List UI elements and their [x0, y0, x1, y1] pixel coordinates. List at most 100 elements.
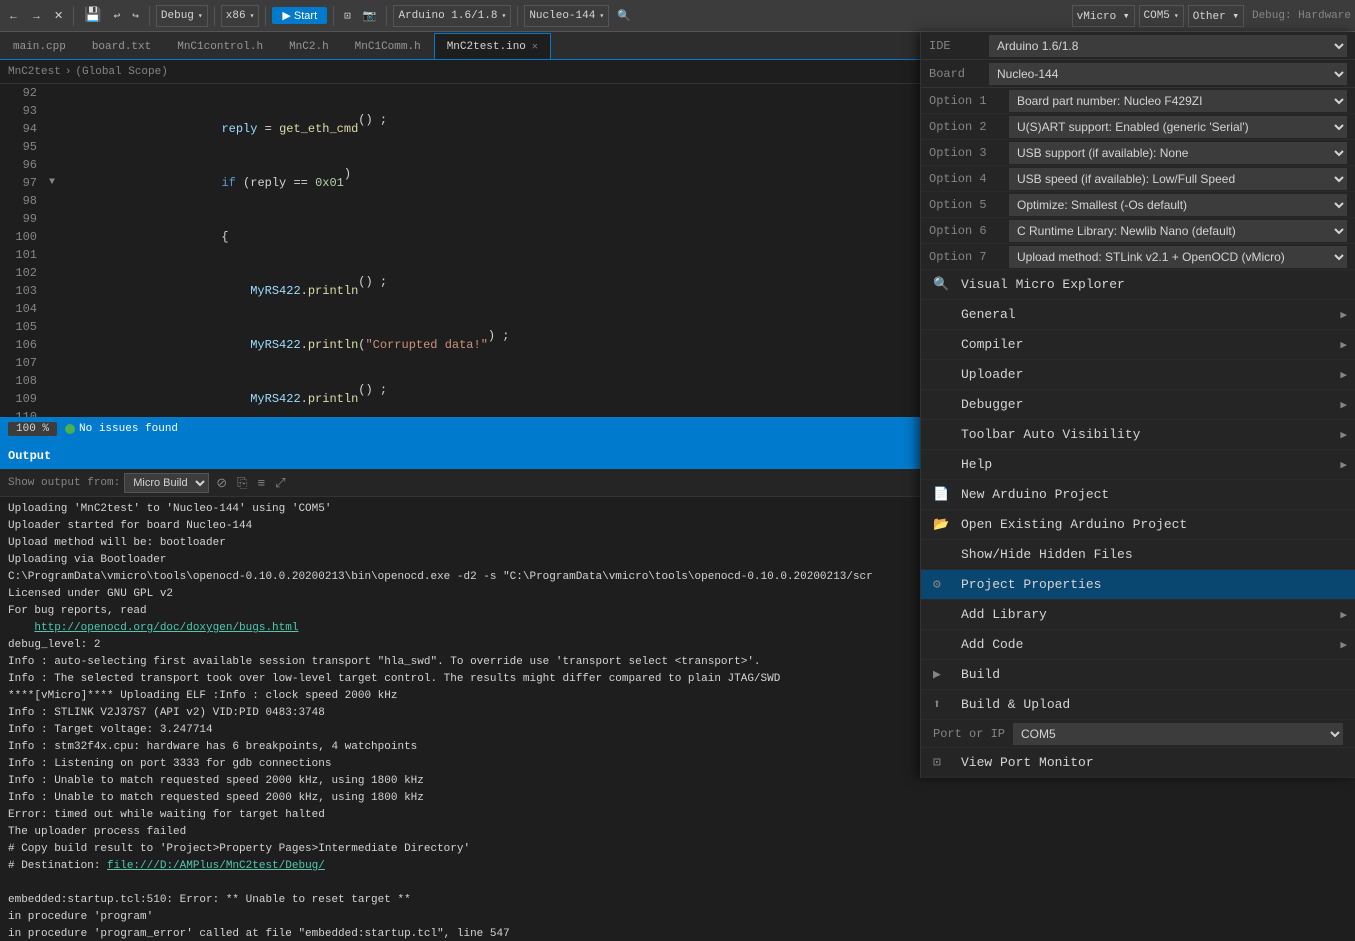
back-button[interactable]: ←	[4, 8, 23, 24]
menu-compiler[interactable]: Compiler ▶	[921, 330, 1355, 360]
menu-new-arduino-project[interactable]: 📄 New Arduino Project	[921, 480, 1355, 510]
debugger-arrow: ▶	[1340, 398, 1347, 412]
output-line: The uploader process failed	[8, 824, 1347, 841]
option-row-1: Option 1 Board part number: Nucleo F429Z…	[921, 88, 1355, 114]
output-line: Info : Unable to match requested speed 2…	[8, 790, 1347, 807]
platform-label: x86	[226, 10, 246, 22]
start-button[interactable]: ▶ Start	[272, 7, 327, 24]
ln-93: 93	[0, 102, 37, 120]
menu-general[interactable]: General ▶	[921, 300, 1355, 330]
menu-uploader[interactable]: Uploader ▶	[921, 360, 1355, 390]
menu-help[interactable]: Help ▶	[921, 450, 1355, 480]
ide-select[interactable]: Arduino 1.6/1.8	[989, 35, 1347, 57]
option-2-label: Option 2	[929, 120, 1009, 134]
option-row-5: Option 5 Optimize: Smallest (-Os default…	[921, 192, 1355, 218]
ln-107: 107	[0, 354, 37, 372]
close-button[interactable]: ✕	[50, 7, 67, 24]
arduino-label: Arduino 1.6/1.8	[398, 10, 497, 22]
close-tab-icon[interactable]: ✕	[532, 41, 538, 53]
option-3-select[interactable]: USB support (if available): None	[1009, 142, 1347, 164]
menu-label: Project Properties	[961, 577, 1101, 592]
zoom-level[interactable]: 100 %	[8, 422, 57, 436]
coms-dropdown[interactable]: COM5 ▾	[1139, 5, 1184, 27]
port-select[interactable]: COM5	[1013, 723, 1343, 745]
tab-mnc1control[interactable]: MnC1control.h	[164, 33, 276, 59]
board-select[interactable]: Nucleo-144	[989, 63, 1347, 85]
menu-label: Build & Upload	[961, 697, 1070, 712]
other-dropdown[interactable]: Other ▾	[1188, 5, 1244, 27]
output-source-select[interactable]: Micro Build	[124, 473, 209, 493]
menu-show-hide-hidden-files[interactable]: Show/Hide Hidden Files	[921, 540, 1355, 570]
explorer-icon: 🔍	[933, 277, 953, 292]
option-4-select[interactable]: USB speed (if available): Low/Full Speed	[1009, 168, 1347, 190]
ln-95: 95	[0, 138, 37, 156]
ln-96: 96	[0, 156, 37, 174]
option-6-select[interactable]: C Runtime Library: Newlib Nano (default)	[1009, 220, 1347, 242]
toolbar-vis-arrow: ▶	[1340, 428, 1347, 442]
forward-button[interactable]: →	[27, 8, 46, 24]
ln-97: 97	[0, 174, 37, 192]
output-line: # Copy build result to 'Project>Property…	[8, 841, 1347, 858]
tab-label: MnC1control.h	[177, 41, 263, 53]
tab-label: MnC2test.ino	[447, 41, 526, 53]
menu-visual-micro-explorer[interactable]: 🔍 Visual Micro Explorer	[921, 270, 1355, 300]
platform-dropdown[interactable]: x86 ▾	[221, 5, 260, 27]
menu-label: Compiler	[961, 337, 1023, 352]
ln-104: 104	[0, 300, 37, 318]
config-dropdown[interactable]: Debug ▾	[156, 5, 208, 27]
menu-project-properties[interactable]: ⚙ Project Properties	[921, 570, 1355, 600]
tab-label: MnC1Comm.h	[355, 41, 421, 53]
ln-99: 99	[0, 210, 37, 228]
option-5-select[interactable]: Optimize: Smallest (-Os default)	[1009, 194, 1347, 216]
debug-label: Debug: Hardware	[1252, 10, 1351, 22]
menu-debugger[interactable]: Debugger ▶	[921, 390, 1355, 420]
menu-toolbar-auto-visibility[interactable]: Toolbar Auto Visibility ▶	[921, 420, 1355, 450]
option-6-label: Option 6	[929, 224, 1009, 238]
menu-add-library[interactable]: Add Library ▶	[921, 600, 1355, 630]
menu-label: Visual Micro Explorer	[961, 277, 1125, 292]
option-2-select[interactable]: U(S)ART support: Enabled (generic 'Seria…	[1009, 116, 1347, 138]
tab-mnc2test[interactable]: MnC2test.ino ✕	[434, 33, 551, 59]
bugs-link[interactable]: http://openocd.org/doc/doxygen/bugs.html	[34, 622, 298, 634]
search-icon[interactable]: 🔍	[613, 7, 635, 25]
separator-4	[265, 6, 266, 26]
option-7-select[interactable]: Upload method: STLink v2.1 + OpenOCD (vM…	[1009, 246, 1347, 268]
menu-label: Add Library	[961, 607, 1047, 622]
board-dropdown[interactable]: Nucleo-144 ▾	[524, 5, 609, 27]
compiler-arrow: ▶	[1340, 338, 1347, 352]
output-line: Error: timed out while waiting for targe…	[8, 807, 1347, 824]
save-icons: 💾	[80, 5, 105, 26]
general-arrow: ▶	[1340, 308, 1347, 322]
menu-label: General	[961, 307, 1016, 322]
menu-build-upload[interactable]: ⬆ Build & Upload	[921, 690, 1355, 720]
attach-button[interactable]: ⊡	[340, 7, 355, 25]
separator-7	[517, 6, 518, 26]
arduino-dropdown[interactable]: Arduino 1.6/1.8 ▾	[393, 5, 511, 27]
ide-config-row: IDE Arduino 1.6/1.8	[921, 32, 1355, 60]
tab-mnc2[interactable]: MnC2.h	[276, 33, 342, 59]
tab-mnc1comm[interactable]: MnC1Comm.h	[342, 33, 434, 59]
output-copy-button[interactable]: ⎘	[234, 474, 250, 492]
output-clear-button[interactable]: ⊘	[213, 474, 230, 492]
output-line: in procedure 'program'	[8, 909, 1347, 926]
arduino-arrow: ▾	[502, 11, 507, 21]
tab-board-txt[interactable]: board.txt	[79, 33, 164, 59]
menu-build[interactable]: ▶ Build	[921, 660, 1355, 690]
output-wrap-button[interactable]: ≡	[255, 474, 269, 491]
output-source-label: Show output from:	[8, 477, 120, 489]
ln-103: 103	[0, 282, 37, 300]
output-line: in procedure 'program_error' called at f…	[8, 926, 1347, 941]
tab-main-cpp[interactable]: main.cpp	[0, 33, 79, 59]
tab-label: main.cpp	[13, 41, 66, 53]
menu-open-existing-arduino-project[interactable]: 📂 Open Existing Arduino Project	[921, 510, 1355, 540]
destination-link[interactable]: file:///D:/AMPlus/MnC2test/Debug/	[107, 860, 325, 872]
vmicro-dropdown[interactable]: vMicro ▾	[1072, 5, 1135, 27]
output-expand-button[interactable]: ⤢	[272, 474, 288, 492]
board-label: Board	[929, 67, 989, 81]
menu-add-code[interactable]: Add Code ▶	[921, 630, 1355, 660]
option-1-select[interactable]: Board part number: Nucleo F429ZI	[1009, 90, 1347, 112]
menu-label: Toolbar Auto Visibility	[961, 427, 1140, 442]
menu-view-port-monitor[interactable]: ⊡ View Port Monitor	[921, 748, 1355, 778]
menu-label: Add Code	[961, 637, 1023, 652]
option-1-label: Option 1	[929, 94, 1009, 108]
